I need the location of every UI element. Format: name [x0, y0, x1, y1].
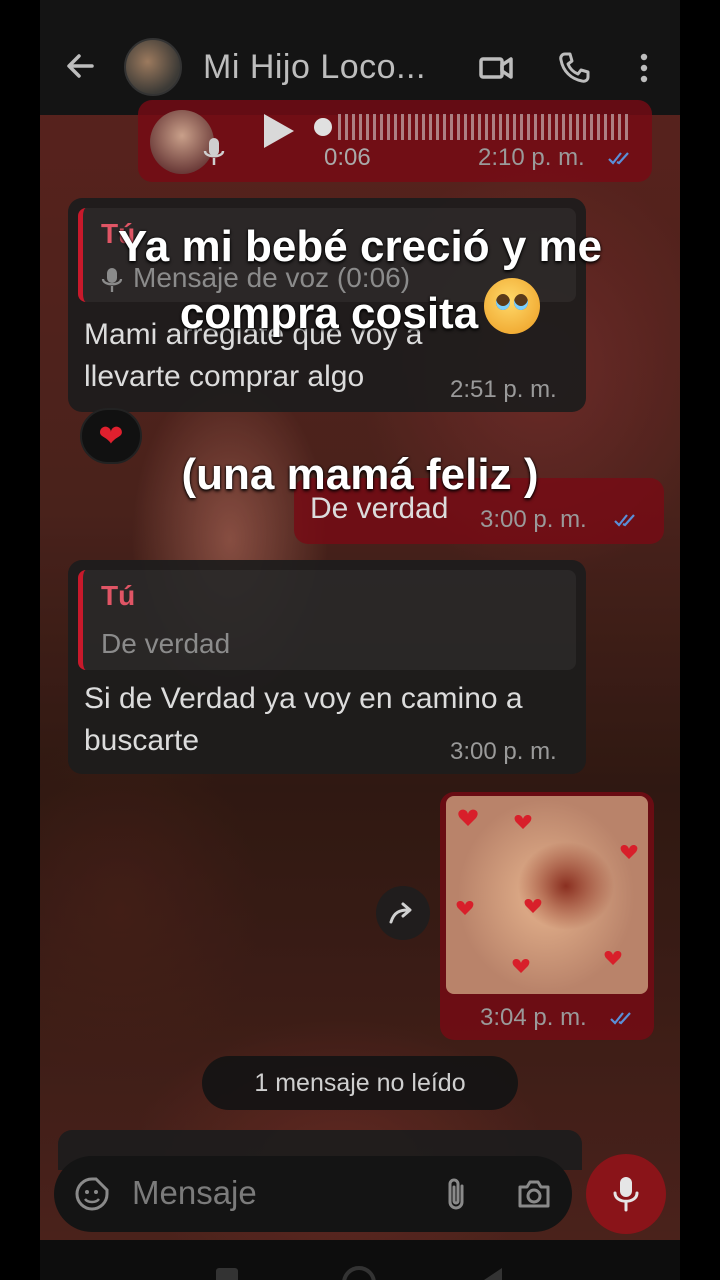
- sticker-icon[interactable]: [74, 1176, 110, 1212]
- read-ticks-icon: [614, 514, 635, 527]
- caption-line-2: compra cosita: [179, 289, 479, 338]
- heart-stickers: [456, 809, 638, 973]
- playback-handle[interactable]: [314, 118, 332, 136]
- message-time: 2:10 p. m.: [478, 144, 585, 171]
- recents-button[interactable]: [216, 1268, 238, 1280]
- unread-messages-divider: 1 mensaje no leído: [202, 1056, 518, 1110]
- teary-face-emoji-icon: [484, 278, 541, 334]
- photo-thumbnail[interactable]: [446, 796, 648, 994]
- forward-icon: [389, 902, 412, 924]
- caption-line-1: Ya mi bebé creció y me: [117, 222, 603, 271]
- attach-icon[interactable]: [438, 1176, 474, 1212]
- video-call-icon[interactable]: [478, 50, 514, 86]
- caption-line-2-wrap: compra cosita: [0, 278, 720, 345]
- voice-waveform[interactable]: [338, 114, 628, 140]
- forward-button[interactable]: [376, 886, 430, 940]
- quote-author: Tú: [101, 580, 136, 611]
- quoted-message[interactable]: Tú De verdad: [78, 570, 576, 670]
- overlay-caption-sub: (una mamá feliz ): [181, 450, 539, 499]
- incoming-message-bubble[interactable]: Tú De verdad Si de Verdad ya voy en cami…: [68, 560, 586, 774]
- message-input-bar[interactable]: Mensaje: [54, 1156, 572, 1232]
- message-input[interactable]: Mensaje: [132, 1174, 257, 1212]
- contact-name[interactable]: Mi Hijo Loco...: [203, 48, 426, 87]
- camera-icon[interactable]: [516, 1176, 552, 1212]
- read-ticks-icon: [608, 152, 629, 165]
- voice-message-bubble[interactable]: 0:06 2:10 p. m.: [138, 100, 652, 182]
- quote-text: De verdad: [101, 628, 231, 659]
- image-message-bubble[interactable]: 3:04 p. m.: [440, 792, 654, 1040]
- system-nav-bar: [40, 1240, 680, 1280]
- home-button[interactable]: [342, 1266, 376, 1280]
- chat-header: Mi Hijo Loco...: [40, 0, 680, 115]
- read-ticks-icon: [610, 1012, 631, 1025]
- phone-icon[interactable]: [556, 50, 592, 86]
- nav-back-button[interactable]: [484, 1268, 502, 1280]
- voice-duration: 0:06: [324, 144, 371, 171]
- voice-record-button[interactable]: [586, 1154, 666, 1234]
- message-time: 3:04 p. m.: [480, 1004, 587, 1031]
- more-vert-icon[interactable]: [626, 50, 662, 86]
- overlay-caption: Ya mi bebé creció y me compra cosita: [0, 216, 720, 345]
- phone-screen: Mi Hijo Loco... 0:06 2:10 p. m. Tú Mensa…: [40, 0, 680, 1280]
- mic-icon: [613, 1177, 639, 1212]
- message-time: 3:00 p. m.: [480, 506, 587, 533]
- mic-icon: [203, 138, 225, 165]
- play-icon[interactable]: [264, 114, 294, 148]
- message-time: 2:51 p. m.: [450, 376, 557, 403]
- message-time: 3:00 p. m.: [450, 738, 557, 765]
- contact-avatar[interactable]: [124, 38, 182, 96]
- back-arrow-icon[interactable]: [62, 48, 98, 84]
